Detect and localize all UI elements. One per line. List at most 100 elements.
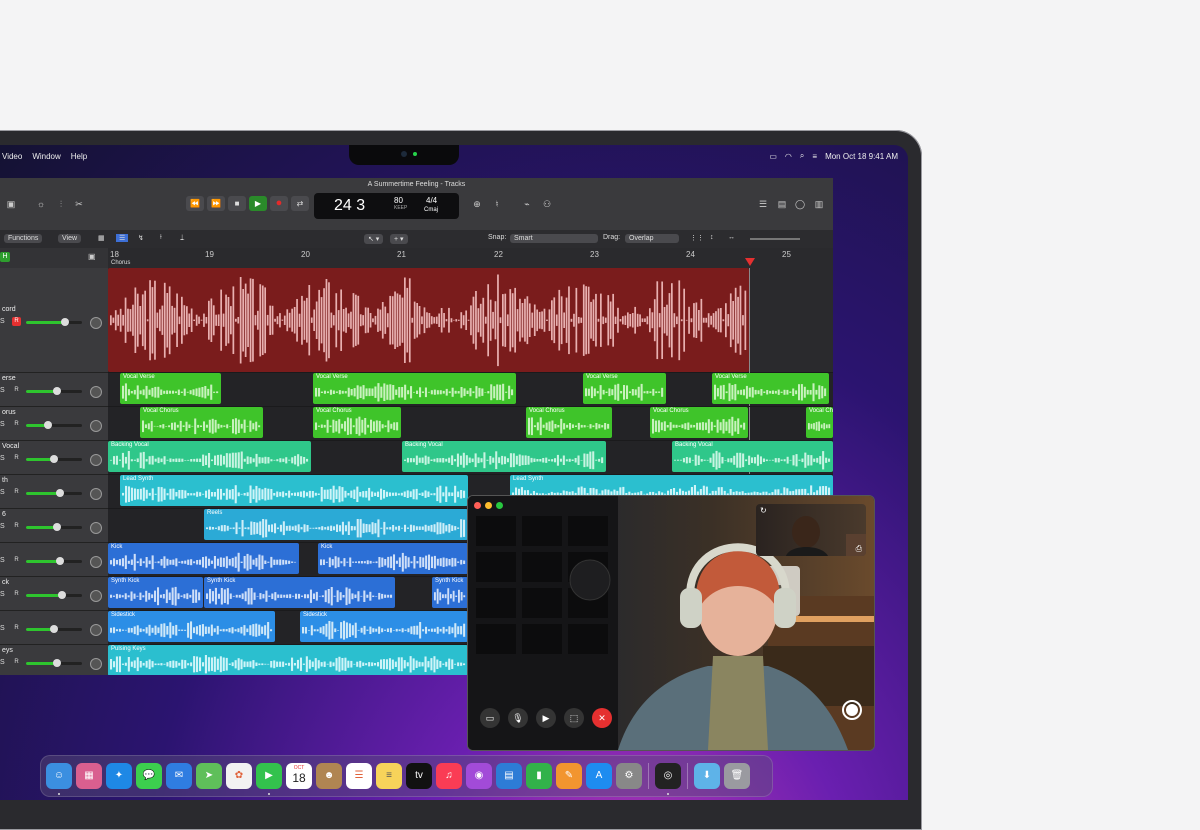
audio-region[interactable]: Sidestick [108,611,275,642]
waveform-zoom-icon[interactable]: ⋮⋮ [690,234,704,242]
stop-button[interactable]: ■ [228,196,246,211]
audio-region[interactable]: Synth Kick [432,577,468,608]
audio-region[interactable]: Kick [108,543,299,574]
calendar-icon[interactable]: OCT 18 [286,763,312,789]
solo-button[interactable]: S [0,557,5,564]
fader-knob[interactable] [61,318,70,326]
pan-knob[interactable] [90,624,102,636]
fader-knob[interactable] [52,387,61,395]
horizontal-zoom-icon[interactable]: ↔ [728,234,735,241]
playhead-marker[interactable] [745,258,755,266]
pointer-tool[interactable]: ↖ ▾ [364,234,384,244]
view-menu[interactable]: View [58,234,82,243]
apple-tv-icon[interactable]: tv [406,763,432,789]
arrangement-marker[interactable]: Chorus [111,260,130,266]
solo-button[interactable]: S [0,318,5,325]
track-header[interactable]: orus S R [0,406,108,441]
pan-knob[interactable] [90,658,102,670]
microphone-icon[interactable]: 🎙 [508,708,528,728]
snap-select[interactable]: Smart [510,234,598,243]
audio-region[interactable]: Vocal Ch [806,407,833,438]
track-header[interactable]: th S R [0,474,108,509]
track-header[interactable]: Vocal S R [0,440,108,475]
audio-region[interactable]: Backing Vocal [672,441,833,472]
loops-icon[interactable]: ◯ [793,198,807,210]
forward-button[interactable]: ⏩ [207,196,225,211]
track-header[interactable]: 6 SR [0,508,108,543]
drag-select[interactable]: Overlap [625,234,679,243]
audio-region[interactable]: Vocal Verse [583,373,666,404]
audio-region[interactable]: Vocal Verse [313,373,516,404]
end-call-button[interactable]: ✕ [592,708,612,728]
audio-region[interactable]: Kick [318,543,468,574]
track-header[interactable]: erse S R [0,372,108,407]
track-header[interactable]: SR [0,610,108,645]
app-store-icon[interactable]: A [586,763,612,789]
safari-icon[interactable]: ✦ [106,763,132,789]
camera-switch-icon[interactable]: ⎙ [856,544,862,554]
maps-icon[interactable]: ➤ [196,763,222,789]
timeline-ruler[interactable]: 18 19 20 21 22 23 24 25 Chorus [108,248,833,269]
volume-fader[interactable] [26,318,82,326]
solo-button[interactable]: S [0,523,5,530]
track-header[interactable]: eys S R [0,644,108,675]
volume-fader[interactable] [26,489,82,497]
fader-knob[interactable] [55,489,64,497]
record-enable-button[interactable]: R [12,420,21,429]
music-icon[interactable]: ♫ [436,763,462,789]
share-screen-icon[interactable]: ⬚ [564,708,584,728]
record-enable-button[interactable]: R [12,522,21,531]
library-icon[interactable]: ▣ [4,198,18,210]
menu-clock[interactable]: Mon Oct 18 9:41 AM [825,152,898,161]
record-enable-button[interactable]: R [12,454,21,463]
search-icon[interactable]: ⌕ [800,151,804,161]
solo-button[interactable]: S [0,421,5,428]
play-button[interactable]: ▶ [249,196,267,211]
notepad-icon[interactable]: ▤ [775,198,789,210]
photos-icon[interactable]: ✿ [226,763,252,789]
pan-knob[interactable] [90,522,102,534]
list-editors-icon[interactable]: ☰ [756,198,770,210]
fader-knob[interactable] [55,557,64,565]
menu-video[interactable]: Video [2,152,22,161]
contacts-icon[interactable]: ☻ [316,763,342,789]
finder-icon[interactable]: ☺ [46,763,72,795]
audio-region[interactable]: Vocal Chorus [526,407,612,438]
zoom-slider[interactable] [750,238,800,240]
podcasts-icon[interactable]: ◉ [466,763,492,789]
solo-button[interactable]: S [0,659,5,666]
volume-fader[interactable] [26,523,82,531]
catch-icon[interactable]: ⍊ [180,234,184,242]
rotate-icon[interactable]: ↻ [760,506,767,515]
audio-region[interactable]: Reels [204,509,468,540]
record-enable-button[interactable]: R [12,658,21,667]
volume-fader[interactable] [26,625,82,633]
zoom-icon[interactable] [496,502,503,509]
record-enable-button[interactable]: R [12,556,21,565]
fader-knob[interactable] [58,591,67,599]
keynote-icon[interactable]: ▤ [496,763,522,789]
audio-region[interactable]: Sidestick [300,611,468,642]
volume-fader[interactable] [26,455,82,463]
self-view[interactable]: ↻ ⎙ [756,504,866,556]
track-header[interactable]: ck S R [0,576,108,611]
solo-button[interactable]: S [0,455,5,462]
mixer-icon[interactable]: ⫶ [54,198,68,210]
video-camera-icon[interactable]: ▶ [536,708,556,728]
menu-help[interactable]: Help [71,152,87,161]
audio-region-record[interactable] [108,268,749,372]
replace-icon[interactable]: ⊕ [470,198,484,210]
fader-knob[interactable] [52,659,61,667]
fader-knob[interactable] [52,523,61,531]
fader-knob[interactable] [44,421,53,429]
launchpad-icon[interactable]: ▦ [76,763,102,789]
lcd-display[interactable]: 24 3 80 KEEP 4/4 Cmaj [314,193,459,219]
pan-knob[interactable] [90,420,102,432]
audio-region[interactable]: Synth Kick [108,577,203,608]
cycle-button[interactable]: ⇄ [291,196,309,211]
record-enable-button[interactable]: R [12,590,21,599]
volume-fader[interactable] [26,421,82,429]
solo-button[interactable]: S [0,591,5,598]
pan-knob[interactable] [90,454,102,466]
record-button[interactable]: ● [270,196,288,211]
